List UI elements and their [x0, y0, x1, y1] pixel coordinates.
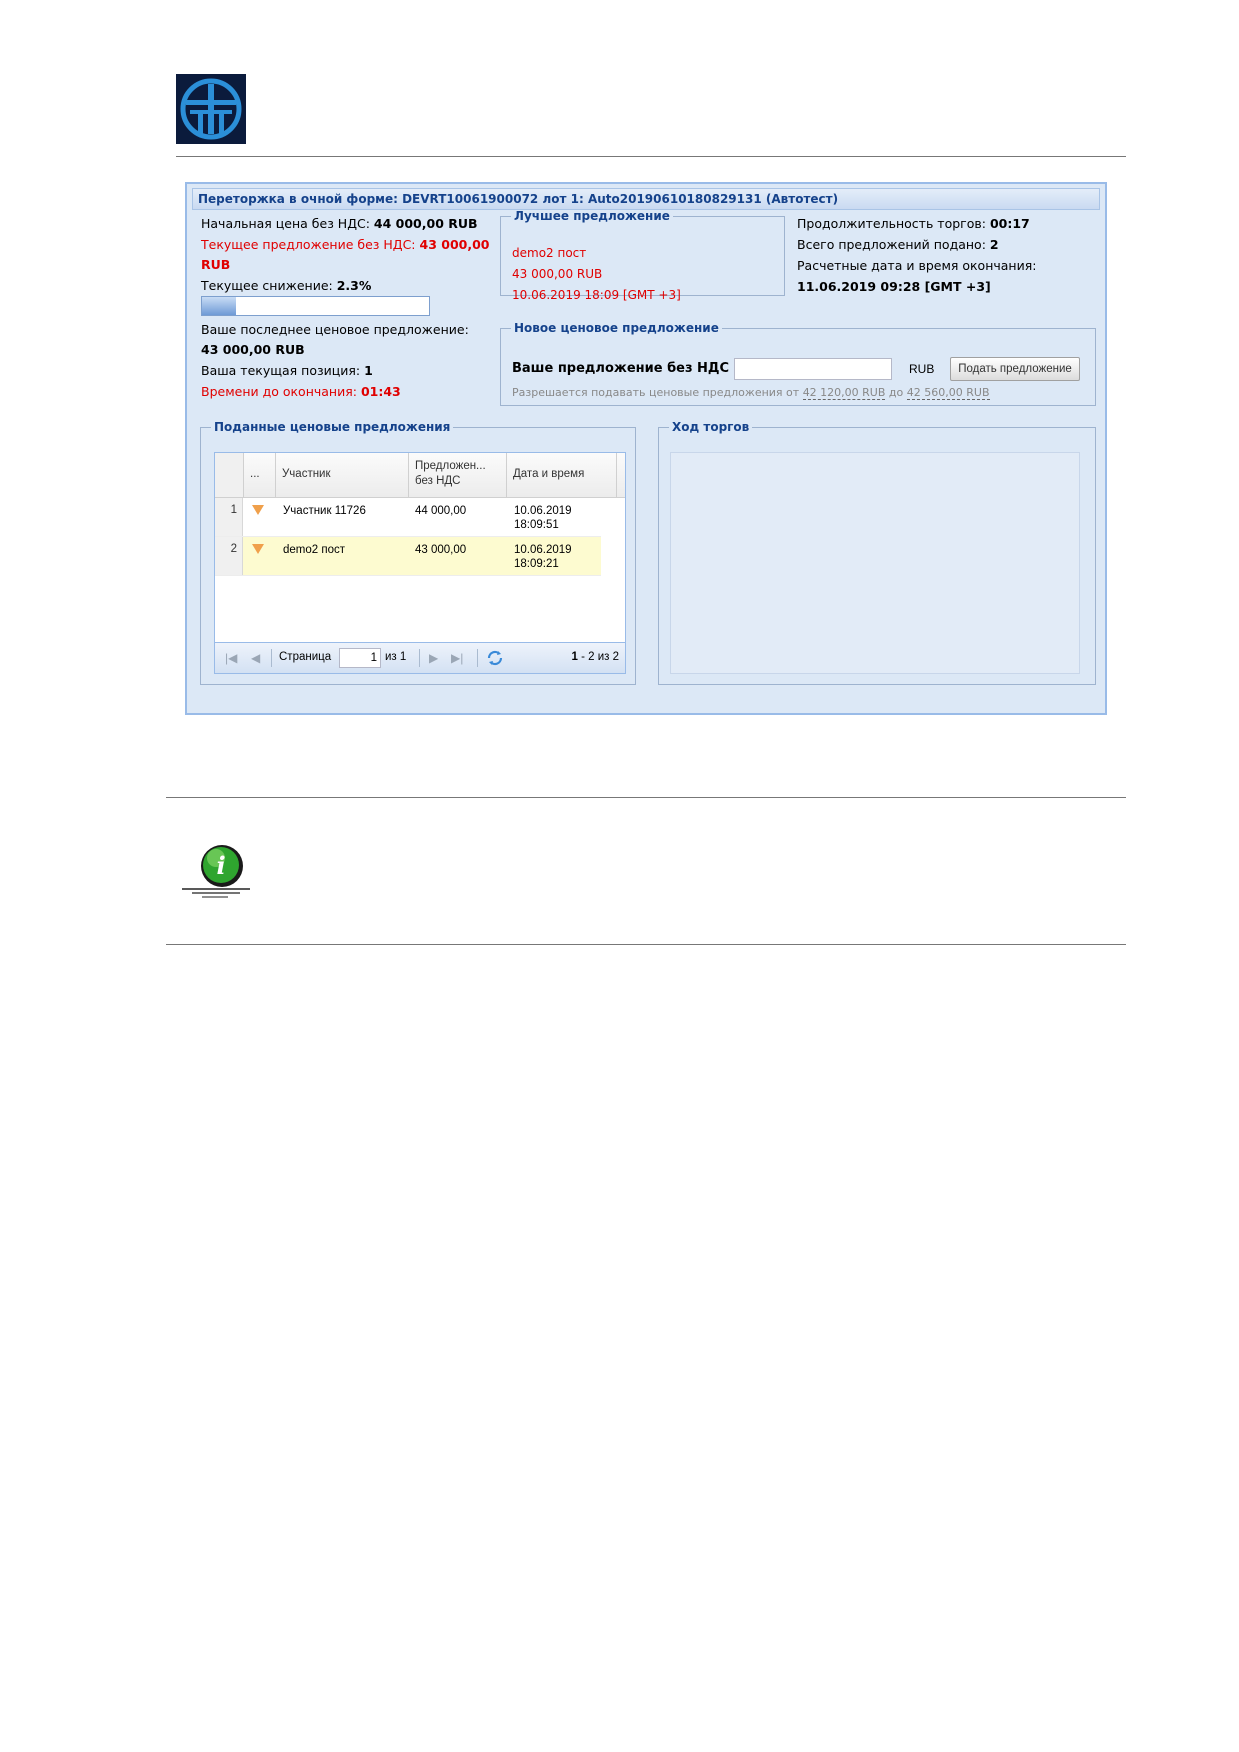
grid-col-participant[interactable]: Участник — [276, 453, 409, 497]
prev-page-icon[interactable]: ◀ — [251, 651, 260, 665]
range-from-link[interactable]: 42 120,00 RUB — [802, 386, 886, 400]
company-logo — [176, 74, 246, 144]
submitted-offers-group: Поданные ценовые предложения ... Участни… — [200, 420, 636, 685]
info-icon: i — [180, 842, 252, 898]
grid-col-datetime[interactable]: Дата и время — [507, 453, 617, 497]
svg-text:i: i — [216, 851, 225, 880]
new-offer-label: Ваше предложение без НДС — [512, 361, 730, 376]
paging-summary: 1 - 2 из 2 — [571, 651, 619, 663]
total-offers: Всего предложений подано: 2 — [797, 237, 999, 252]
window-title: Переторжка в очной форме: DEVRT100619000… — [192, 188, 1100, 210]
current-decrease: Текущее снижение: 2.3% — [201, 278, 372, 293]
decrease-progress-bar — [201, 296, 430, 316]
new-offer-group: Новое ценовое предложение Ваше предложен… — [500, 321, 1096, 406]
best-offer-amount: 43 000,00 RUB — [512, 267, 603, 281]
end-datetime-value: 11.06.2019 09:28 [GMT +3] — [797, 279, 991, 294]
grid-pager: |◀ ◀ Страница из 1 ▶ ▶| — [215, 642, 625, 673]
best-offer-datetime: 10.06.2019 18:09 [GMT +3] — [512, 288, 681, 302]
offers-grid: ... Участник Предложен... без НДС Дата и… — [214, 452, 626, 674]
grid-rownum-header — [215, 453, 244, 497]
first-page-icon[interactable]: |◀ — [225, 651, 237, 665]
trade-duration: Продолжительность торгов: 00:17 — [797, 216, 1030, 231]
start-price: Начальная цена без НДС: 44 000,00 RUB — [201, 216, 478, 231]
last-offer-value: 43 000,00 RUB — [201, 342, 305, 357]
submit-offer-button[interactable]: Подать предложение — [950, 357, 1080, 381]
price-input[interactable] — [734, 358, 892, 380]
page-label: Страница — [279, 651, 332, 663]
table-row[interactable]: 2 demo2 пост 43 000,00 10.06.2019 18:09:… — [215, 537, 601, 576]
note-top-divider — [166, 797, 1126, 798]
last-page-icon[interactable]: ▶| — [451, 651, 463, 665]
currency-label: RUB — [909, 362, 935, 376]
decrease-progress-fill — [202, 297, 237, 315]
best-offer-legend: Лучшее предложение — [514, 209, 670, 223]
time-left: Времени до окончания: 01:43 — [201, 384, 401, 399]
trade-progress-legend: Ход торгов — [672, 420, 750, 434]
grid-col-menu[interactable]: ... — [244, 453, 276, 497]
range-to-link[interactable]: 42 560,00 RUB — [906, 386, 990, 400]
current-offer-currency: RUB — [201, 257, 231, 272]
current-position: Ваша текущая позиция: 1 — [201, 363, 373, 378]
current-offer: Текущее предложение без НДС: 43 000,00 — [201, 237, 490, 252]
end-datetime-label: Расчетные дата и время окончания: — [797, 258, 1037, 273]
decrease-arrow-icon — [252, 505, 264, 515]
last-offer-label: Ваше последнее ценовое предложение: — [201, 322, 469, 337]
header-divider — [176, 156, 1126, 157]
page-count: из 1 — [385, 651, 407, 663]
table-row[interactable]: 1 Участник 11726 44 000,00 10.06.2019 18… — [215, 498, 601, 537]
submitted-offers-legend: Поданные ценовые предложения — [214, 420, 451, 434]
next-page-icon[interactable]: ▶ — [429, 651, 438, 665]
trade-progress-group: Ход торгов — [658, 420, 1096, 685]
refresh-icon[interactable] — [486, 649, 504, 670]
note-bottom-divider — [166, 944, 1126, 945]
reauction-window: Переторжка в очной форме: DEVRT100619000… — [185, 182, 1107, 715]
allowed-range-hint: Разрешается подавать ценовые предложения… — [512, 386, 990, 400]
best-offer-participant: demo2 пост — [512, 246, 587, 260]
grid-header: ... Участник Предложен... без НДС Дата и… — [215, 453, 625, 498]
page-number-input[interactable] — [339, 648, 381, 668]
trade-progress-content — [670, 452, 1080, 674]
decrease-arrow-icon — [252, 544, 264, 554]
new-offer-legend: Новое ценовое предложение — [514, 321, 719, 335]
grid-col-amount[interactable]: Предложен... без НДС — [409, 453, 507, 497]
best-offer-group: Лучшее предложение demo2 пост 43 000,00 … — [500, 209, 785, 302]
